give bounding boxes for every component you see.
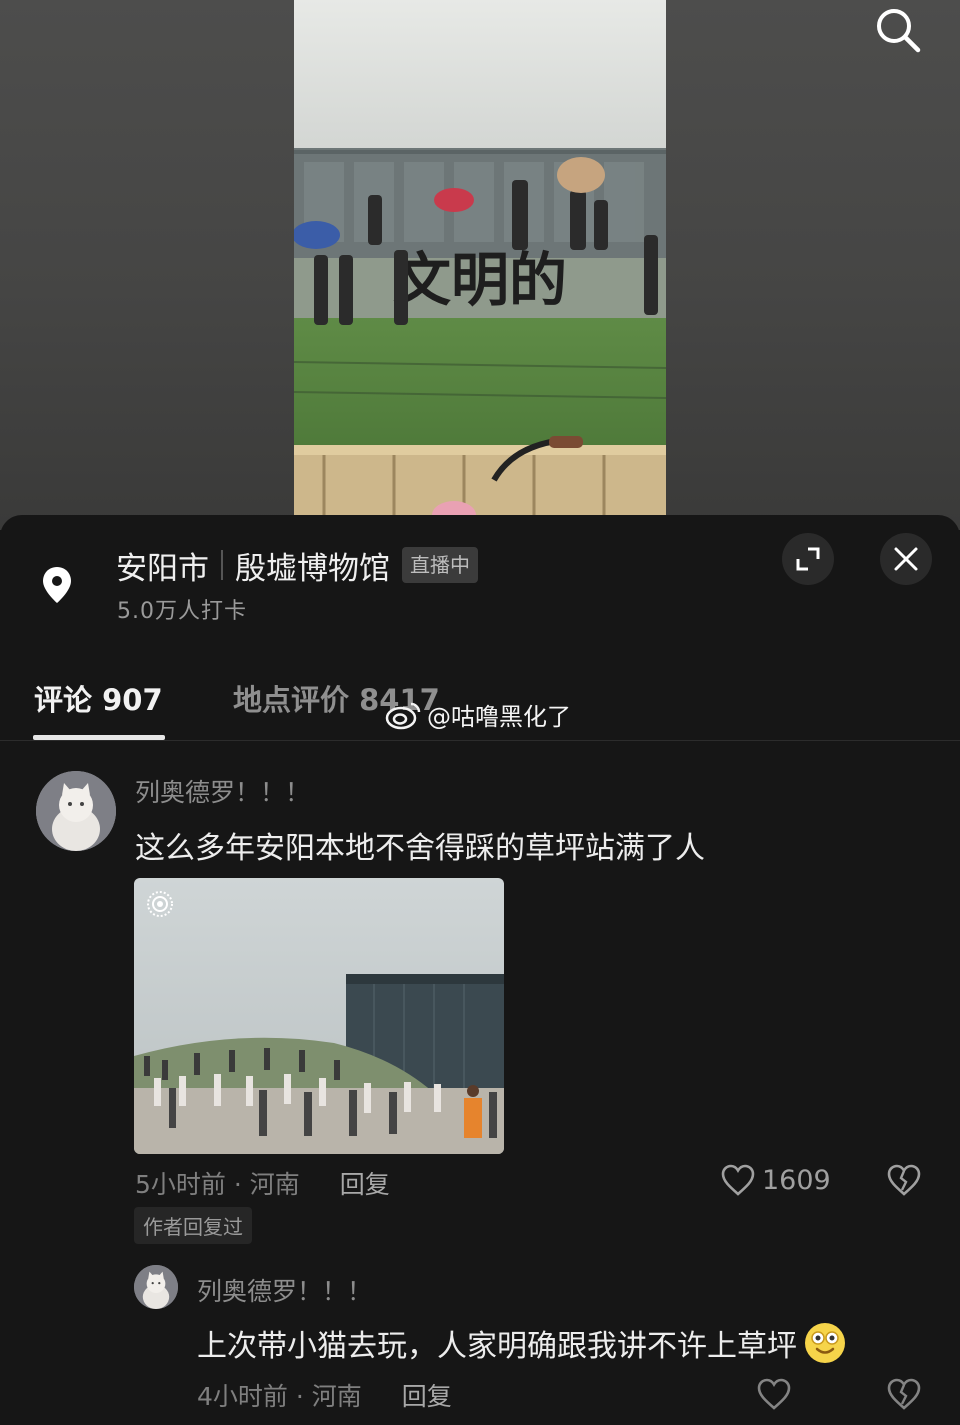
reply-username[interactable]: 列奥德罗！！！ [197, 1272, 372, 1308]
broken-heart-icon [887, 1378, 921, 1410]
heart-icon [757, 1378, 791, 1410]
live-badge[interactable]: 直播中 [402, 547, 478, 583]
crowd-photo-image [134, 878, 504, 1154]
search-icon [877, 9, 921, 53]
close-icon [894, 547, 918, 571]
dislike-button[interactable] [886, 1163, 922, 1201]
search-button[interactable] [872, 4, 924, 56]
reply-text-row: 上次带小猫去玩，人家明确跟我讲不许上草坪 [197, 1321, 847, 1365]
tab-comments[interactable]: 评论 907 [34, 677, 163, 719]
video-sign-text: 文明的 [393, 246, 567, 314]
watermark-text: @咕噜黑化了 [427, 703, 571, 731]
reply-text: 上次带小猫去玩，人家明确跟我讲不许上草坪 [197, 1329, 797, 1364]
video-player[interactable]: 文明的 [294, 0, 666, 530]
comment-username[interactable]: 列奥德罗！！！ [135, 773, 310, 809]
cat-avatar-image [36, 771, 116, 851]
expand-icon [796, 547, 820, 571]
location-pin-icon [40, 565, 74, 605]
title-divider [221, 550, 223, 580]
like-button[interactable]: 1609 [720, 1163, 831, 1197]
comment-meta: 5小时前 · 河南 回复 [135, 1165, 390, 1201]
reply-time-region: 4小时前 · 河南 [197, 1382, 362, 1411]
broken-heart-icon [887, 1164, 921, 1196]
location-name: 殷墟博物馆 [235, 550, 390, 587]
reply-meta: 4小时前 · 河南 回复 [197, 1377, 452, 1413]
location-title[interactable]: 安阳市 殷墟博物馆 直播中 [116, 543, 478, 587]
expand-button[interactable] [782, 533, 834, 585]
reply-like-button[interactable] [756, 1377, 792, 1415]
location-sheet: 安阳市 殷墟博物馆 直播中 5.0万人打卡 评论 907 地点评价 8417 @… [0, 515, 960, 1425]
like-count: 1609 [762, 1164, 831, 1196]
checkin-count: 5.0万人打卡 [117, 599, 247, 624]
close-button[interactable] [880, 533, 932, 585]
watermark: @咕噜黑化了 [385, 697, 571, 732]
author-replied-tag: 作者回复过 [134, 1207, 252, 1244]
reply-avatar[interactable] [134, 1265, 178, 1309]
reply-dislike-button[interactable] [886, 1377, 922, 1415]
active-tab-indicator [33, 735, 165, 740]
reply-button[interactable]: 回复 [340, 1165, 390, 1201]
location-city: 安阳市 [116, 550, 209, 587]
smile-emoji-icon [805, 1323, 845, 1363]
avatar[interactable] [36, 771, 116, 851]
video-background: 文明的 [0, 0, 960, 530]
cat-avatar-image [134, 1265, 178, 1309]
video-frame-image: 文明的 [294, 0, 666, 530]
comment-text: 这么多年安阳本地不舍得踩的草坪站满了人 [135, 831, 705, 866]
weibo-icon [385, 702, 421, 729]
heart-icon [721, 1164, 755, 1196]
reply-reply-button[interactable]: 回复 [402, 1377, 452, 1413]
comment-time-region: 5小时前 · 河南 [135, 1170, 300, 1199]
comment-photo[interactable] [134, 878, 504, 1154]
